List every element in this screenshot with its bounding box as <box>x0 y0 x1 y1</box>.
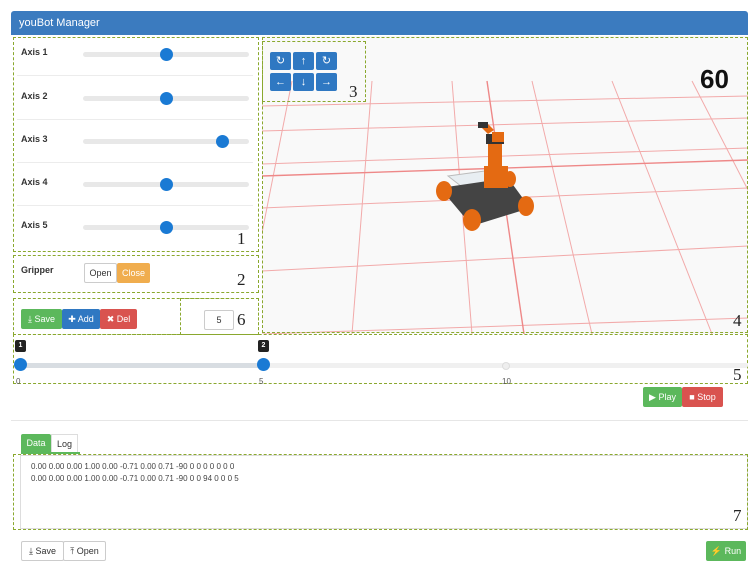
stop-icon: ■ <box>689 392 695 402</box>
region-number-3: 3 <box>349 82 358 101</box>
play-icon: ▶ <box>649 392 656 402</box>
axis-5-row: Axis 5 <box>21 216 249 236</box>
region-number-2: 2 <box>237 270 246 289</box>
axis-5-slider[interactable] <box>83 221 249 234</box>
delete-keyframe-label: Del <box>116 314 131 324</box>
add-keyframe-button[interactable]: ✚ Add <box>62 309 100 329</box>
run-button[interactable]: ⚡ Run <box>706 541 746 561</box>
run-label: Run <box>724 546 742 556</box>
axis-3-slider[interactable] <box>83 135 249 148</box>
slider-knob[interactable] <box>160 92 173 105</box>
add-keyframe-label: Add <box>77 314 94 324</box>
region-number-7: 7 <box>733 506 742 525</box>
footer-save-label: Save <box>35 546 56 556</box>
footer-open-button[interactable]: ⤒ Open <box>63 541 106 561</box>
timeline-tick-label: 10 <box>502 377 511 386</box>
arrow-down-icon[interactable]: ↓ <box>293 73 314 91</box>
download-icon: ⤓ <box>27 314 32 324</box>
axis-separator <box>17 205 253 206</box>
download-icon: ⤓ <box>28 546 33 556</box>
footer-open-label: Open <box>76 546 99 556</box>
upload-icon: ⤒ <box>70 546 75 556</box>
axis-label: Axis 1 <box>21 47 48 57</box>
slider-knob[interactable] <box>160 48 173 61</box>
axis-2-row: Axis 2 <box>21 87 249 107</box>
tab-log[interactable]: Log <box>51 434 78 453</box>
timeline-handle[interactable] <box>257 358 270 371</box>
axis-4-slider[interactable] <box>83 178 249 191</box>
arrow-right-icon[interactable]: → <box>316 73 337 91</box>
axis-4-row: Axis 4 <box>21 173 249 193</box>
close-icon: ✖ <box>106 314 115 324</box>
stop-label: Stop <box>697 392 716 402</box>
lightning-icon: ⚡ <box>710 546 723 556</box>
region-number-5: 5 <box>733 365 742 384</box>
axis-1-slider[interactable] <box>83 48 249 61</box>
rotate-right-icon[interactable]: ↻ <box>316 52 337 70</box>
timeline-handle[interactable] <box>14 358 27 371</box>
region-number-1: 1 <box>237 229 246 248</box>
footer-save-button[interactable]: ⤓ Save <box>21 541 64 561</box>
arrow-up-icon[interactable]: ↑ <box>293 52 314 70</box>
timeline-marker-label: 1 <box>15 340 26 352</box>
axis-2-slider[interactable] <box>83 92 249 105</box>
gripper-label: Gripper <box>21 265 54 275</box>
timeline-empty-knob <box>502 362 510 370</box>
rotate-left-icon[interactable]: ↻ <box>270 52 291 70</box>
gripper-open-button[interactable]: Open <box>84 263 117 283</box>
axis-separator <box>17 119 253 120</box>
timeline-tick-label: 0 <box>16 377 21 386</box>
timeline-marker-label: 2 <box>258 340 269 352</box>
gripper-close-button[interactable]: Close <box>117 263 150 283</box>
slider-knob[interactable] <box>160 221 173 234</box>
data-panel <box>13 454 748 530</box>
play-label: Play <box>658 392 676 402</box>
divider <box>11 420 748 421</box>
step-input[interactable]: 5 <box>204 310 234 330</box>
timeline-tick-label: 5 <box>259 377 264 386</box>
delete-keyframe-button[interactable]: ✖ Del <box>100 309 137 329</box>
timeline-range <box>20 363 263 368</box>
save-keyframe-label: Save <box>34 314 55 324</box>
save-keyframe-button[interactable]: ⤓ Save <box>21 309 62 329</box>
axis-label: Axis 4 <box>21 177 48 187</box>
region-number-4: 4 <box>733 311 742 330</box>
axis-label: Axis 2 <box>21 91 48 101</box>
axis-label: Axis 3 <box>21 134 48 144</box>
axis-separator <box>17 162 253 163</box>
region-number-6: 6 <box>237 310 246 329</box>
timeline-panel <box>13 334 748 384</box>
slider-knob[interactable] <box>216 135 230 148</box>
slider-knob[interactable] <box>160 178 173 191</box>
tab-data[interactable]: Data <box>21 434 51 453</box>
axis-separator <box>17 75 253 76</box>
arrow-left-icon[interactable]: ← <box>270 73 291 91</box>
axis-1-row: Axis 1 <box>21 43 249 63</box>
window-title: youBot Manager <box>11 11 748 35</box>
play-button[interactable]: ▶ Play <box>643 387 682 407</box>
plus-icon: ✚ <box>68 314 76 324</box>
axis-3-row: Axis 3 <box>21 130 249 150</box>
axis-label: Axis 5 <box>21 220 48 230</box>
stop-button[interactable]: ■ Stop <box>682 387 723 407</box>
